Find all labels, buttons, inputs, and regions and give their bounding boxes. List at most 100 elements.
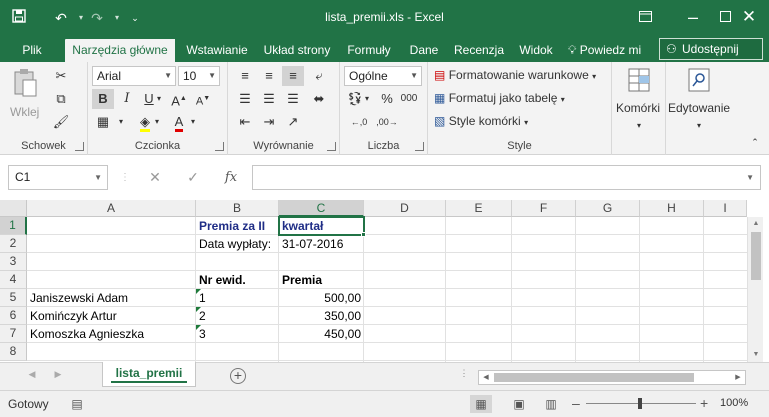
fill-color-dropdown-icon[interactable]: ▾ [152,112,162,132]
borders-dropdown-icon[interactable]: ▾ [116,112,126,132]
cell-a6[interactable]: Komińczyk Artur [27,307,120,325]
tab-split-handle-icon[interactable]: ⋮ [456,368,472,379]
sheet-prev-icon[interactable]: ◀ [24,369,40,380]
column-header-i[interactable]: I [704,200,747,217]
tab-file[interactable]: Plik [10,39,54,62]
cell-a7[interactable]: Komoszka Agnieszka [27,325,147,343]
format-as-table-button[interactable]: ▦ Formatuj jako tabelę ▾ [434,88,565,110]
cell-c6[interactable]: 350,00 [279,307,364,325]
merge-center-icon[interactable]: ⬌ [308,89,330,109]
editing-dropdown-icon[interactable]: ▾ [688,116,710,136]
vertical-scroll-thumb[interactable] [751,232,761,280]
format-painter-icon[interactable]: 🖌︎ [50,112,72,132]
sheet-next-icon[interactable]: ▶ [50,369,66,380]
cells-icon[interactable] [626,68,652,96]
row-header-8[interactable]: 8 [0,343,27,361]
row-header-2[interactable]: 2 [0,235,27,253]
paste-button[interactable]: Wklej [10,102,39,124]
font-size-combo[interactable]: 10 ▼ [178,66,220,86]
scroll-down-icon[interactable]: ▼ [748,348,764,362]
comma-style-button[interactable]: 000 [398,89,420,109]
italic-button[interactable]: I [116,89,138,109]
page-break-view-icon[interactable]: ▥ [540,395,562,413]
align-top-icon[interactable]: ≡ [234,66,256,86]
align-center-icon[interactable]: ☰ [258,89,280,109]
percent-button[interactable]: % [376,89,398,109]
enter-icon[interactable]: ✓ [180,165,206,190]
font-color-icon[interactable]: A [168,112,190,132]
cancel-icon[interactable]: ✕ [142,165,168,190]
borders-icon[interactable]: ▦ [92,112,114,132]
orientation-icon[interactable]: ↗ [282,112,304,132]
select-all-corner[interactable] [0,200,27,217]
name-box[interactable]: C1 ▼ [8,165,108,190]
cut-icon[interactable]: ✂ [50,66,72,86]
ribbon-display-options-icon[interactable] [622,0,668,34]
align-left-icon[interactable]: ☰ [234,89,256,109]
tab-page-layout[interactable]: Układ strony [258,39,336,62]
column-header-h[interactable]: H [640,200,704,217]
sheet-tab[interactable]: lista_premii [102,362,196,387]
decrease-indent-icon[interactable]: ⇤ [234,112,256,132]
tab-review[interactable]: Recenzja [450,39,508,62]
formula-input[interactable]: ▼ [252,165,761,190]
column-header-c[interactable]: C [279,200,364,217]
tab-insert[interactable]: Wstawianie [178,39,256,62]
column-header-b[interactable]: B [196,200,279,217]
decrease-font-icon[interactable]: A▼ [192,89,214,109]
cell-styles-button[interactable]: ▧ Style komórki ▾ [434,111,528,133]
conditional-formatting-button[interactable]: ▤ Formatowanie warunkowe ▾ [434,65,596,87]
column-header-g[interactable]: G [576,200,640,217]
cell-b4[interactable]: Nr ewid. [196,271,249,289]
row-header-5[interactable]: 5 [0,289,27,307]
cell-c4[interactable]: Premia [279,271,325,289]
column-header-d[interactable]: D [364,200,446,217]
expand-formula-icon[interactable]: ▼ [746,166,754,189]
tab-home[interactable]: Narzędzia główne [65,39,175,62]
macro-record-icon[interactable]: ▤ [66,395,88,413]
find-icon[interactable] [686,68,712,96]
bold-button[interactable]: B [92,89,114,109]
cell-b1[interactable]: Premia za II [196,217,268,235]
scroll-right-icon[interactable]: ▶ [731,371,745,384]
copy-icon[interactable]: ⧉ [50,89,72,109]
font-name-combo[interactable]: Arial ▼ [92,66,176,86]
tab-formulas[interactable]: Formuły [340,39,398,62]
cell-b2[interactable]: Data wypłaty: [196,235,274,253]
zoom-out-icon[interactable]: – [572,396,580,410]
vertical-scrollbar[interactable]: ▲ ▼ [747,217,763,362]
cell-c5[interactable]: 500,00 [279,289,364,307]
font-color-dropdown-icon[interactable]: ▾ [188,112,198,132]
align-middle-icon[interactable]: ≡ [258,66,280,86]
align-right-icon[interactable]: ☰ [282,89,304,109]
row-header-6[interactable]: 6 [0,307,27,325]
align-bottom-icon[interactable]: ≡ [282,66,304,86]
alignment-launcher-icon[interactable] [327,142,336,151]
zoom-slider-thumb[interactable] [638,398,642,409]
tab-view[interactable]: Widok [512,39,560,62]
add-sheet-icon[interactable]: + [230,368,246,384]
tell-me-box[interactable]: 💡︎ Powiedz mi [568,39,654,62]
tab-data[interactable]: Dane [402,39,446,62]
increase-indent-icon[interactable]: ⇥ [258,112,280,132]
clipboard-launcher-icon[interactable] [75,142,84,151]
wrap-text-icon[interactable]: ⤶ [308,66,330,86]
share-button[interactable]: ⚇ Udostępnij [659,38,763,60]
close-icon[interactable]: ✕ [726,0,769,34]
page-layout-view-icon[interactable]: ▣ [508,395,530,413]
font-launcher-icon[interactable] [215,142,224,151]
row-header-1[interactable]: 1 [0,217,27,235]
increase-font-icon[interactable]: A▲ [168,89,190,109]
currency-dropdown-icon[interactable]: ▾ [362,89,372,109]
row-header-3[interactable]: 3 [0,253,27,271]
row-header-4[interactable]: 4 [0,271,27,289]
cell-c2[interactable]: 31-07-2016 [279,235,346,253]
zoom-level[interactable]: 100% [720,397,748,409]
scroll-up-icon[interactable]: ▲ [748,217,764,231]
normal-view-icon[interactable]: ▦ [470,395,492,413]
row-header-7[interactable]: 7 [0,325,27,343]
horizontal-scrollbar[interactable]: ◀ ▶ [478,370,746,385]
number-launcher-icon[interactable] [415,142,424,151]
number-format-combo[interactable]: Ogólne ▼ [344,66,422,86]
underline-dropdown-icon[interactable]: ▾ [154,89,164,109]
